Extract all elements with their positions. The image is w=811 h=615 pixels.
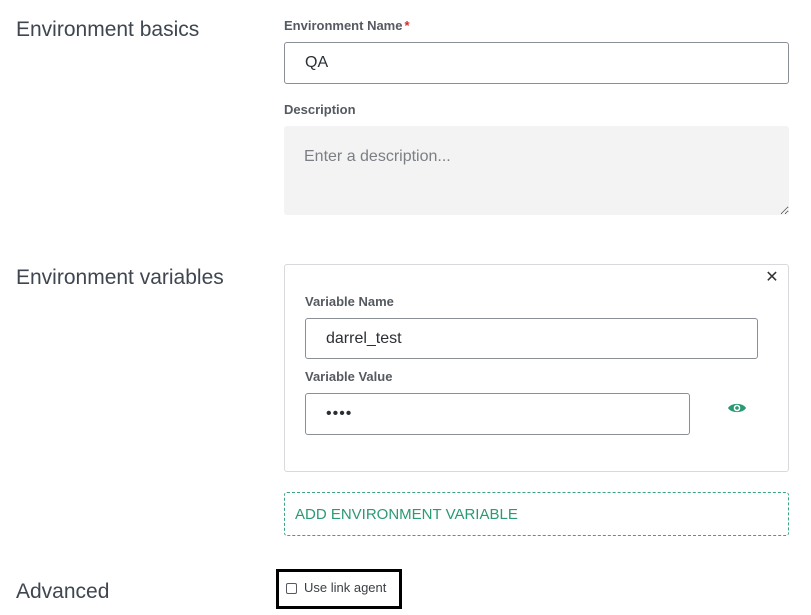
- variable-name-label: Variable Name: [305, 294, 394, 309]
- description-textarea[interactable]: [284, 126, 789, 215]
- environment-name-input[interactable]: [284, 42, 789, 84]
- required-asterisk: *: [404, 18, 410, 33]
- description-label: Description: [284, 102, 356, 117]
- use-link-agent-label[interactable]: Use link agent: [304, 580, 386, 595]
- environment-basics-title: Environment basics: [16, 18, 200, 41]
- use-link-agent-checkbox[interactable]: [286, 583, 297, 594]
- environment-name-label: Environment Name *: [284, 18, 410, 33]
- advanced-title: Advanced: [16, 580, 110, 603]
- variable-value-label: Variable Value: [305, 369, 393, 384]
- variable-name-input[interactable]: [305, 318, 758, 359]
- variable-value-input[interactable]: [305, 393, 690, 435]
- remove-variable-close-icon[interactable]: ✕: [764, 270, 780, 286]
- environment-variables-title: Environment variables: [16, 266, 224, 289]
- environment-name-label-text: Environment Name: [284, 18, 403, 33]
- environment-form: Environment basics Environment Name* Des…: [0, 0, 811, 615]
- add-environment-variable-button[interactable]: ADD ENVIRONMENT VARIABLE: [284, 492, 789, 536]
- eye-icon[interactable]: [727, 399, 747, 417]
- use-link-agent-highlight: Use link agent: [276, 569, 402, 609]
